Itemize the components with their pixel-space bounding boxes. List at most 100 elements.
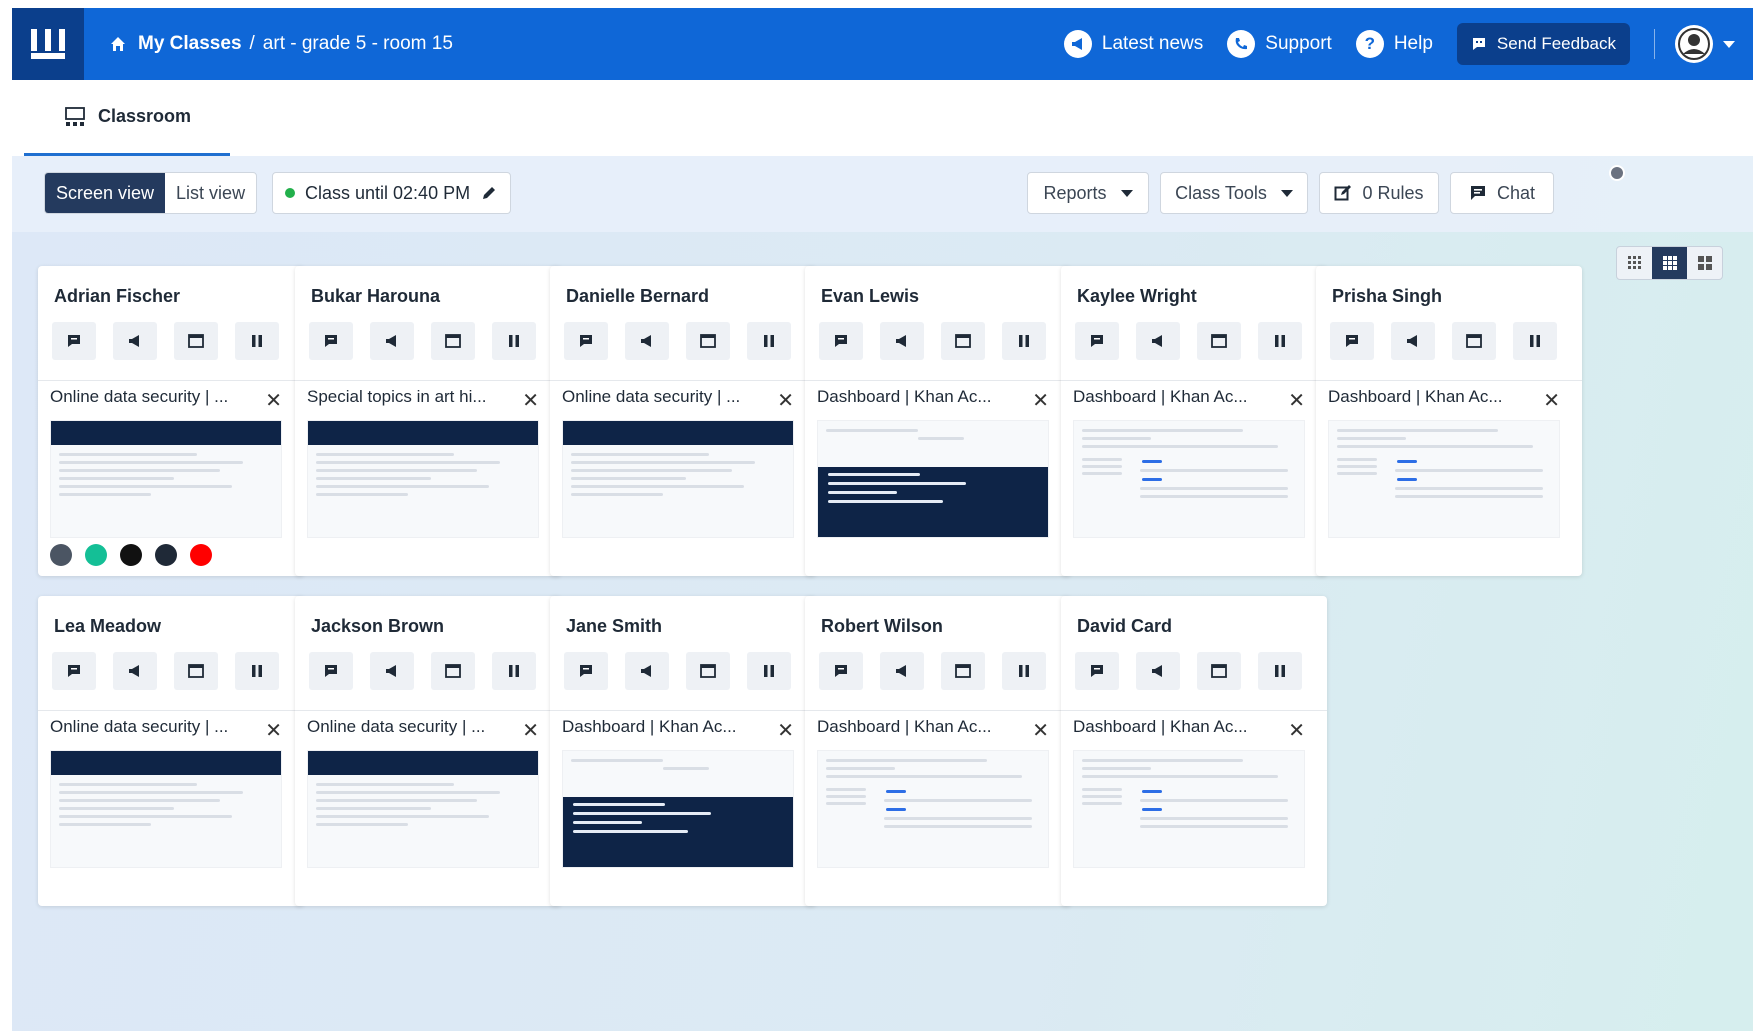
- home-icon[interactable]: [110, 36, 126, 52]
- message-button[interactable]: [1075, 652, 1119, 690]
- active-tab-title[interactable]: Dashboard | Khan Ac...: [1073, 717, 1273, 737]
- active-tab-title[interactable]: Dashboard | Khan Ac...: [1328, 387, 1528, 407]
- grid-medium-button[interactable]: [1652, 247, 1687, 279]
- pause-button[interactable]: [1513, 322, 1557, 360]
- message-button[interactable]: [564, 322, 608, 360]
- pause-button[interactable]: [1258, 652, 1302, 690]
- window-button[interactable]: [1452, 322, 1496, 360]
- announce-button[interactable]: [1391, 322, 1435, 360]
- pause-button[interactable]: [492, 652, 536, 690]
- close-tab-icon[interactable]: ✕: [265, 388, 282, 413]
- pause-button[interactable]: [747, 322, 791, 360]
- student-card[interactable]: Lea Meadow Online data security | ... ✕: [38, 596, 304, 906]
- message-button[interactable]: [1330, 322, 1374, 360]
- active-tab-title[interactable]: Dashboard | Khan Ac...: [817, 717, 1017, 737]
- notion-icon[interactable]: [120, 544, 142, 566]
- announce-button[interactable]: [625, 322, 669, 360]
- pause-button[interactable]: [235, 322, 279, 360]
- grid-small-button[interactable]: [1617, 247, 1652, 279]
- active-tab-title[interactable]: Online data security | ...: [562, 387, 762, 407]
- close-tab-icon[interactable]: ✕: [265, 718, 282, 743]
- tab-classroom[interactable]: Classroom: [24, 80, 230, 156]
- student-card[interactable]: Prisha Singh Dashboard | Khan Ac... ✕: [1316, 266, 1582, 576]
- announce-button[interactable]: [113, 652, 157, 690]
- window-button[interactable]: [431, 652, 475, 690]
- active-tab-title[interactable]: Special topics in art hi...: [307, 387, 507, 407]
- student-card[interactable]: Danielle Bernard Online data security | .…: [550, 266, 816, 576]
- latest-news-link[interactable]: Latest news: [1063, 30, 1203, 58]
- announce-button[interactable]: [1136, 652, 1180, 690]
- message-button[interactable]: [52, 652, 96, 690]
- close-tab-icon[interactable]: ✕: [522, 718, 539, 743]
- screen-view-button[interactable]: Screen view: [45, 173, 166, 213]
- screen-preview[interactable]: [1073, 750, 1305, 868]
- window-button[interactable]: [941, 652, 985, 690]
- screen-preview[interactable]: [562, 750, 794, 868]
- chrome-icon[interactable]: [50, 544, 72, 566]
- breadcrumb-my-classes[interactable]: My Classes: [138, 33, 242, 55]
- window-button[interactable]: [686, 652, 730, 690]
- screen-preview[interactable]: [1328, 420, 1560, 538]
- message-button[interactable]: [52, 322, 96, 360]
- reports-dropdown[interactable]: Reports: [1027, 172, 1149, 214]
- window-button[interactable]: [174, 652, 218, 690]
- message-button[interactable]: [819, 322, 863, 360]
- active-tab-title[interactable]: Dashboard | Khan Ac...: [562, 717, 762, 737]
- student-card[interactable]: Kaylee Wright Dashboard | Khan Ac... ✕: [1061, 266, 1327, 576]
- rules-button[interactable]: 0 Rules: [1319, 172, 1439, 214]
- close-tab-icon[interactable]: ✕: [1032, 718, 1049, 743]
- window-button[interactable]: [941, 322, 985, 360]
- pause-button[interactable]: [235, 652, 279, 690]
- close-tab-icon[interactable]: ✕: [1288, 388, 1305, 413]
- announce-button[interactable]: [625, 652, 669, 690]
- youtube-icon[interactable]: [190, 544, 212, 566]
- message-button[interactable]: [564, 652, 608, 690]
- close-tab-icon[interactable]: ✕: [522, 388, 539, 413]
- grid-large-button[interactable]: [1687, 247, 1722, 279]
- active-tab-title[interactable]: Online data security | ...: [50, 387, 250, 407]
- chat-button[interactable]: Chat: [1450, 172, 1554, 214]
- window-button[interactable]: [431, 322, 475, 360]
- active-tab-title[interactable]: Online data security | ...: [50, 717, 250, 737]
- pause-button[interactable]: [492, 322, 536, 360]
- screen-preview[interactable]: [50, 420, 282, 538]
- student-card[interactable]: Adrian Fischer Online data security | ...…: [38, 266, 304, 576]
- send-feedback-button[interactable]: Send Feedback: [1456, 23, 1630, 65]
- help-link[interactable]: ? Help: [1355, 30, 1433, 58]
- pause-button[interactable]: [1002, 652, 1046, 690]
- close-tab-icon[interactable]: ✕: [1032, 388, 1049, 413]
- screen-preview[interactable]: [817, 750, 1049, 868]
- class-tools-dropdown[interactable]: Class Tools: [1160, 172, 1308, 214]
- close-tab-icon[interactable]: ✕: [1288, 718, 1305, 743]
- support-link[interactable]: Support: [1227, 30, 1332, 58]
- announce-button[interactable]: [1136, 322, 1180, 360]
- message-button[interactable]: [309, 322, 353, 360]
- announce-button[interactable]: [880, 322, 924, 360]
- student-card[interactable]: Jackson Brown Online data security | ... ✕: [295, 596, 561, 906]
- window-button[interactable]: [1197, 322, 1241, 360]
- class-until-button[interactable]: Class until 02:40 PM: [272, 172, 512, 214]
- chevron-down-icon[interactable]: [1723, 40, 1735, 48]
- message-button[interactable]: [309, 652, 353, 690]
- announce-button[interactable]: [370, 322, 414, 360]
- screen-preview[interactable]: [1073, 420, 1305, 538]
- student-card[interactable]: David Card Dashboard | Khan Ac... ✕: [1061, 596, 1327, 906]
- pause-button[interactable]: [1258, 322, 1302, 360]
- active-tab-title[interactable]: Dashboard | Khan Ac...: [1073, 387, 1273, 407]
- active-tab-title[interactable]: Online data security | ...: [307, 717, 507, 737]
- active-tab-title[interactable]: Dashboard | Khan Ac...: [817, 387, 1017, 407]
- khan-icon[interactable]: [85, 544, 107, 566]
- app-logo[interactable]: [12, 8, 84, 80]
- screen-preview[interactable]: [307, 420, 539, 538]
- window-button[interactable]: [174, 322, 218, 360]
- message-button[interactable]: [819, 652, 863, 690]
- readwise-icon[interactable]: [155, 544, 177, 566]
- message-button[interactable]: [1075, 322, 1119, 360]
- student-card[interactable]: Evan Lewis Dashboard | Khan Ac... ✕: [805, 266, 1071, 576]
- announce-button[interactable]: [113, 322, 157, 360]
- pause-button[interactable]: [747, 652, 791, 690]
- screen-preview[interactable]: [817, 420, 1049, 538]
- list-view-button[interactable]: List view: [165, 173, 256, 213]
- pause-button[interactable]: [1002, 322, 1046, 360]
- student-card[interactable]: Bukar Harouna Special topics in art hi...…: [295, 266, 561, 576]
